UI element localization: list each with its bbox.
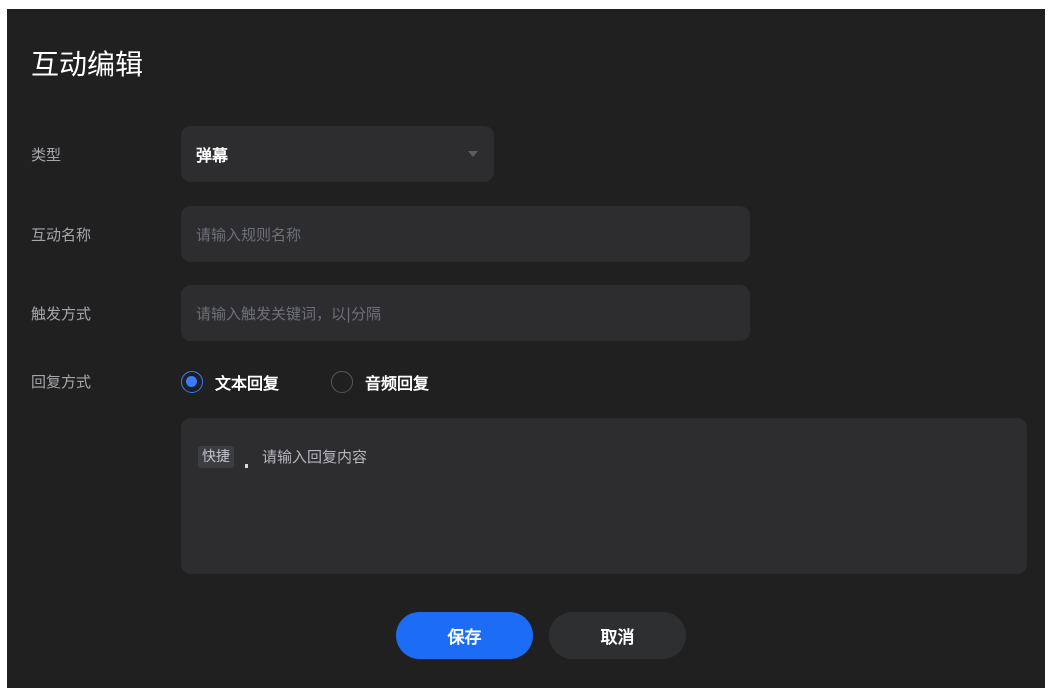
radio-audio-reply-label: 音频回复 [365, 374, 430, 393]
reply-mode-radio-group: 文本回复 音频回复 [181, 368, 481, 396]
trigger-label: 触发方式 [31, 305, 92, 323]
radio-audio-reply[interactable]: 音频回复 [331, 370, 429, 394]
radio-text-reply[interactable]: 文本回复 [181, 370, 279, 394]
chevron-down-icon [468, 151, 478, 157]
cancel-button[interactable]: 取消 [549, 612, 686, 659]
interaction-edit-dialog: 互动编辑 类型 弹幕 互动名称 请输入规则名称 触发方式 请输入触发关键词，以|… [7, 9, 1045, 688]
type-select-value: 弹幕 [196, 146, 229, 165]
trigger-input[interactable]: 请输入触发关键词，以|分隔 [181, 285, 750, 341]
reply-content-textarea[interactable]: 快捷 请输入回复内容 [181, 418, 1027, 574]
trigger-input-placeholder: 请输入触发关键词，以|分隔 [196, 304, 382, 323]
type-label: 类型 [31, 146, 62, 164]
name-input-placeholder: 请输入规则名称 [196, 225, 302, 244]
radio-unchecked-icon[interactable] [331, 371, 354, 393]
dialog-title: 互动编辑 [31, 48, 144, 81]
name-input[interactable]: 请输入规则名称 [181, 206, 750, 262]
save-button[interactable]: 保存 [396, 612, 533, 659]
name-label: 互动名称 [31, 226, 92, 244]
text-cursor-icon [245, 464, 248, 468]
radio-text-reply-label: 文本回复 [215, 374, 280, 393]
reply-mode-label: 回复方式 [31, 373, 92, 391]
radio-checked-icon[interactable] [181, 371, 203, 393]
type-select[interactable]: 弹幕 [181, 126, 494, 182]
reply-content-placeholder: 请输入回复内容 [262, 448, 368, 466]
quick-tag[interactable]: 快捷 [198, 446, 234, 468]
